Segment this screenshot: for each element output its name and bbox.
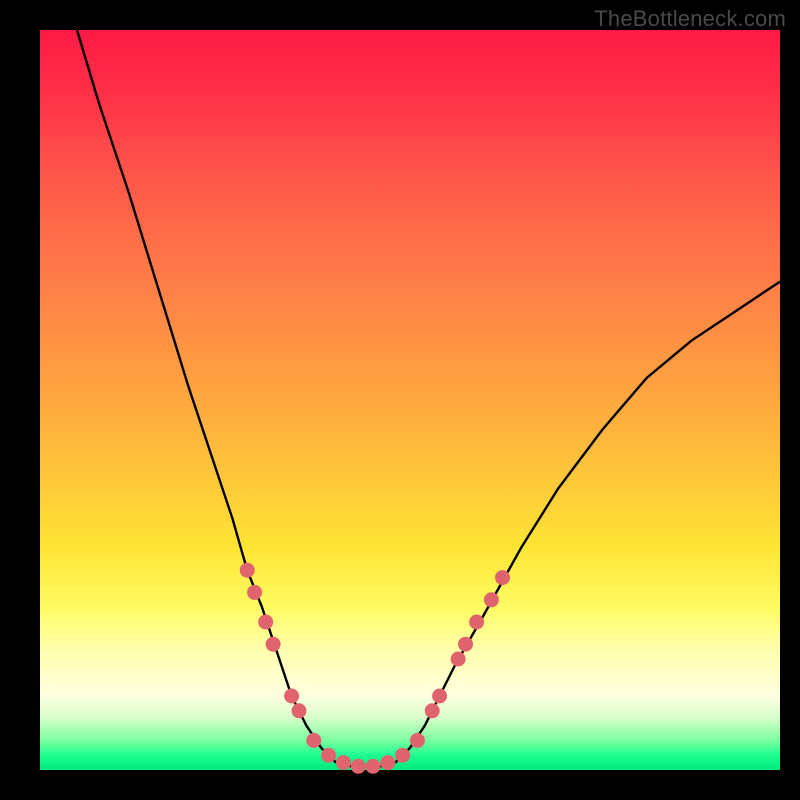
- highlight-dot: [432, 689, 447, 704]
- highlight-dot: [240, 563, 255, 578]
- curve-right: [395, 282, 780, 763]
- highlight-dot: [469, 615, 484, 630]
- highlight-dot: [306, 733, 321, 748]
- marker-group: [240, 563, 510, 774]
- highlight-dot: [247, 585, 262, 600]
- highlight-dot: [336, 755, 351, 770]
- highlight-dot: [284, 689, 299, 704]
- highlight-dot: [484, 592, 499, 607]
- highlight-dot: [495, 570, 510, 585]
- highlight-dot: [380, 755, 395, 770]
- curve-layer: [40, 30, 780, 770]
- plot-area: [40, 30, 780, 770]
- highlight-dot: [425, 703, 440, 718]
- highlight-dot: [292, 703, 307, 718]
- watermark-text: TheBottleneck.com: [594, 6, 786, 32]
- highlight-dot: [266, 637, 281, 652]
- highlight-dot: [366, 759, 381, 774]
- highlight-dot: [351, 759, 366, 774]
- curve-left: [77, 30, 336, 763]
- chart-frame: TheBottleneck.com: [0, 0, 800, 800]
- highlight-dot: [458, 637, 473, 652]
- highlight-dot: [258, 615, 273, 630]
- highlight-dot: [395, 748, 410, 763]
- highlight-dot: [410, 733, 425, 748]
- highlight-dot: [321, 748, 336, 763]
- highlight-dot: [451, 652, 466, 667]
